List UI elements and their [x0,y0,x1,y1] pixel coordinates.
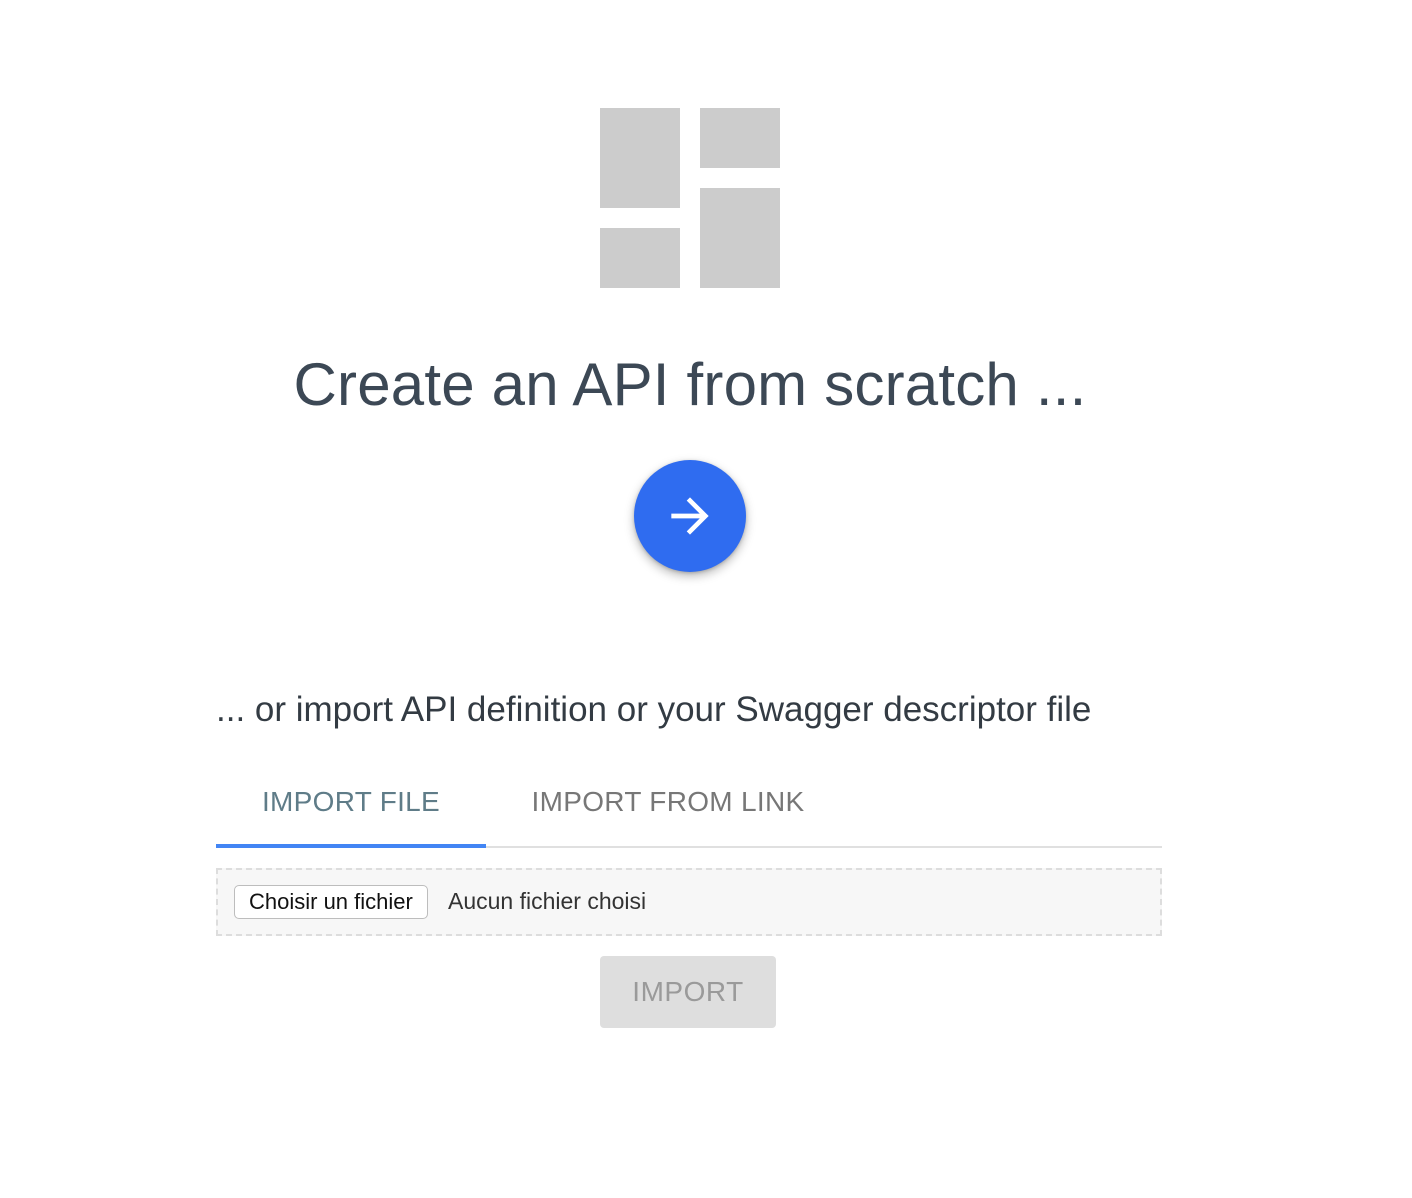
import-subheading: ... or import API definition or your Swa… [216,690,1092,729]
tab-import-file[interactable]: IMPORT FILE [216,758,486,846]
import-tabs: IMPORT FILE IMPORT FROM LINK [216,758,1162,848]
active-tab-indicator [216,844,486,848]
create-api-button[interactable] [634,460,746,572]
file-status-text: Aucun fichier choisi [448,888,647,914]
tab-import-from-link[interactable]: IMPORT FROM LINK [486,758,850,846]
arrow-right-icon [671,497,709,535]
logo-tile [700,108,780,168]
create-api-heading: Create an API from scratch ... [293,351,1087,418]
tab-label: IMPORT FILE [261,786,441,817]
choose-file-button[interactable]: Choisir un fichier [234,885,428,919]
logo-tile [600,228,680,288]
file-drop-zone[interactable]: Choisir un fichier Aucun fichier choisi [216,868,1162,936]
logo-tile [600,108,680,208]
dashboard-tiles-icon [600,108,780,288]
tab-label: IMPORT FROM LINK [531,786,805,817]
import-button[interactable]: IMPORT [600,956,776,1028]
logo-tile [700,188,780,288]
